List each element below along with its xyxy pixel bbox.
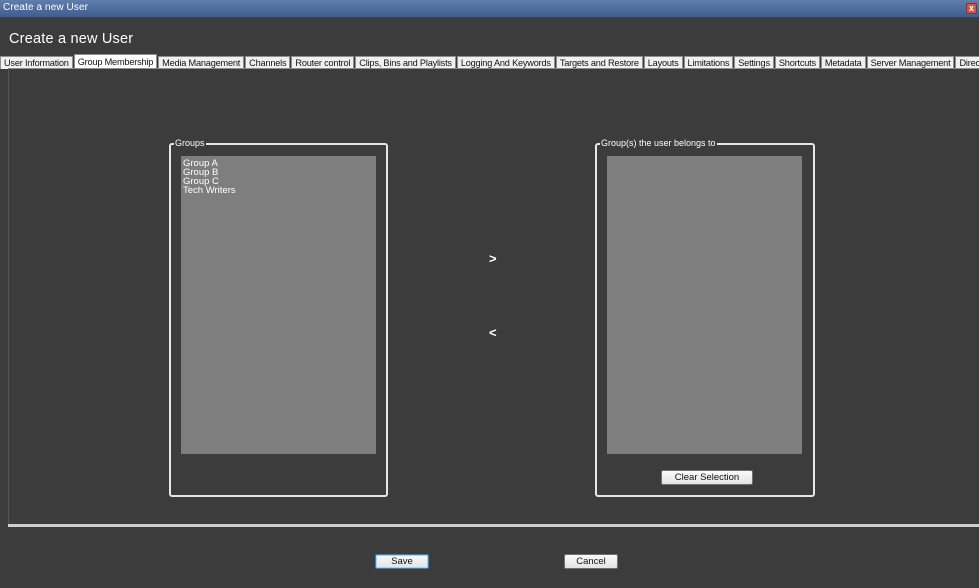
- member-groups-legend: Group(s) the user belongs to: [600, 138, 717, 149]
- remove-from-group-button[interactable]: <: [489, 325, 497, 340]
- member-groups-listbox[interactable]: [607, 156, 802, 454]
- tab-content-panel: Groups Group A Group B Group C Tech Writ…: [8, 68, 979, 524]
- window-title: Create a new User: [3, 2, 89, 13]
- list-item[interactable]: Tech Writers: [181, 186, 376, 196]
- cancel-button[interactable]: Cancel: [564, 554, 618, 569]
- close-icon[interactable]: x: [966, 3, 977, 14]
- footer-bar: Save Cancel: [8, 527, 979, 588]
- groups-legend: Groups: [174, 138, 206, 149]
- save-button[interactable]: Save: [375, 554, 429, 569]
- groups-listbox[interactable]: Group A Group B Group C Tech Writers: [181, 156, 376, 454]
- window-titlebar: Create a new User x: [0, 0, 979, 18]
- clear-selection-button[interactable]: Clear Selection: [661, 470, 753, 485]
- groups-groupbox: Groups Group A Group B Group C Tech Writ…: [169, 138, 388, 497]
- page-header: Create a new User: [0, 18, 979, 56]
- add-to-group-button[interactable]: >: [489, 251, 497, 266]
- tab-bar: User Information Group Membership Media …: [0, 54, 979, 70]
- member-groups-groupbox: Group(s) the user belongs to Clear Selec…: [595, 138, 815, 497]
- page-title: Create a new User: [9, 31, 134, 47]
